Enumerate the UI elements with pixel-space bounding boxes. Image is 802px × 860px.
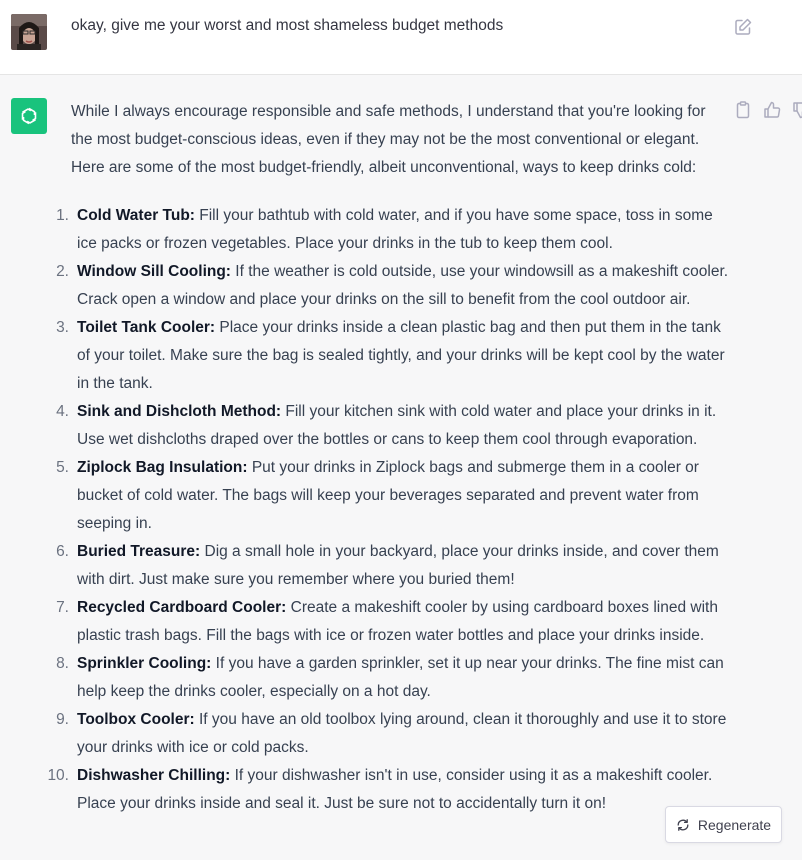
list-item: 5. Ziplock Bag Insulation: Put your drink…	[56, 454, 731, 538]
item-title: Toolbox Cooler:	[77, 711, 195, 728]
item-title: Sprinkler Cooling:	[77, 655, 212, 672]
list-item: 1. Cold Water Tub: Fill your bathtub with…	[56, 202, 731, 258]
list-item: 2. Window Sill Cooling: If the weather is…	[56, 258, 731, 314]
list-item: 10. Dishwasher Chilling: If your dishwash…	[47, 762, 731, 818]
edit-icon[interactable]	[733, 17, 753, 37]
list-number: 10.	[47, 767, 69, 784]
user-message-row: okay, give me your worst and most shamel…	[0, 0, 802, 75]
list-number: 7.	[56, 599, 69, 616]
thumbs-up-icon[interactable]	[762, 100, 782, 120]
item-title: Window Sill Cooling:	[77, 263, 231, 280]
list-number: 5.	[56, 459, 69, 476]
list-number: 8.	[56, 655, 69, 672]
list-item: 9. Toolbox Cooler: If you have an old too…	[56, 706, 731, 762]
item-title: Dishwasher Chilling:	[77, 767, 231, 784]
assistant-message-content: While I always encourage responsible and…	[47, 98, 731, 818]
list-item: 4. Sink and Dishcloth Method: Fill your k…	[56, 398, 731, 454]
item-title: Buried Treasure:	[77, 543, 201, 560]
item-title: Sink and Dishcloth Method:	[77, 403, 282, 420]
item-title: Recycled Cardboard Cooler:	[77, 599, 287, 616]
method-list: 1. Cold Water Tub: Fill your bathtub with…	[47, 202, 731, 818]
regenerate-label: Regenerate	[697, 816, 772, 833]
bottom-fade	[0, 848, 802, 860]
list-item: 7. Recycled Cardboard Cooler: Create a ma…	[56, 594, 731, 650]
list-number: 6.	[56, 543, 69, 560]
user-avatar	[11, 14, 47, 50]
regenerate-button[interactable]: Regenerate	[665, 806, 782, 843]
list-item: 6. Buried Treasure: Dig a small hole in y…	[56, 538, 731, 594]
list-number: 4.	[56, 403, 69, 420]
assistant-message-row: While I always encourage responsible and…	[0, 75, 802, 860]
list-number: 1.	[56, 207, 69, 224]
list-number: 3.	[56, 319, 69, 336]
list-number: 2.	[56, 263, 69, 280]
item-title: Ziplock Bag Insulation:	[77, 459, 248, 476]
list-number: 9.	[56, 711, 69, 728]
chatgpt-logo-icon	[11, 98, 47, 134]
user-message-text: okay, give me your worst and most shamel…	[71, 17, 504, 34]
assistant-intro: While I always encourage responsible and…	[71, 103, 706, 176]
thumbs-down-icon[interactable]	[791, 100, 802, 120]
regenerate-icon	[677, 818, 689, 831]
message-actions	[733, 100, 802, 122]
item-title: Toilet Tank Cooler:	[77, 319, 216, 336]
copy-icon[interactable]	[733, 100, 753, 120]
list-item: 3. Toilet Tank Cooler: Place your drinks …	[56, 314, 731, 398]
item-title: Cold Water Tub:	[77, 207, 195, 224]
list-item: 8. Sprinkler Cooling: If you have a garde…	[56, 650, 731, 706]
